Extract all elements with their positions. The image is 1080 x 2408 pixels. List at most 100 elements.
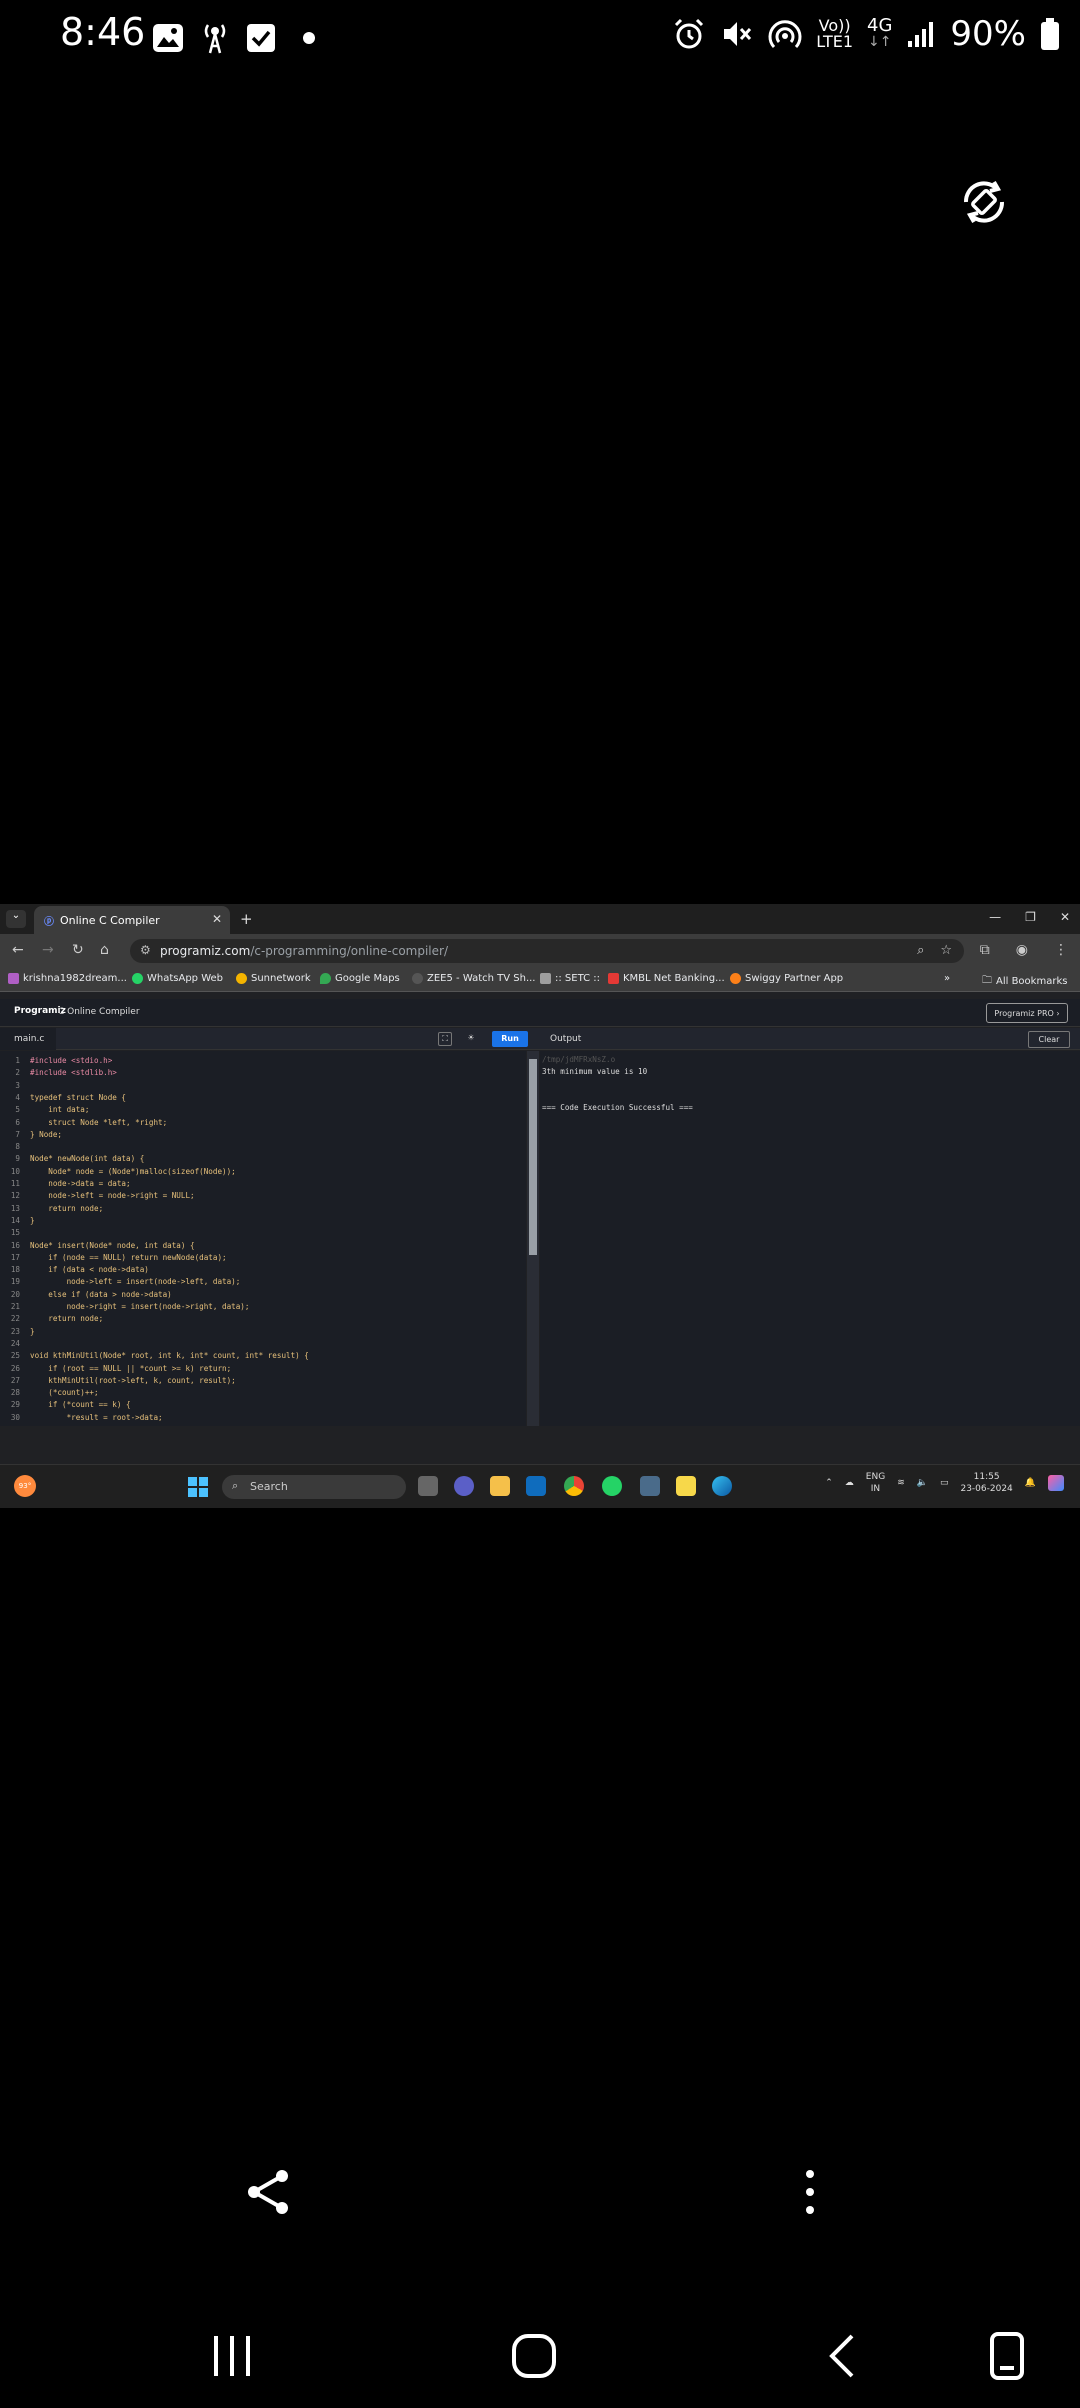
calculator-icon[interactable]	[640, 1476, 660, 1496]
programiz-pro-button[interactable]: Programiz PRO ›	[986, 1003, 1068, 1023]
code-line[interactable]: 18 if (data < node->data)	[0, 1264, 149, 1276]
code-line[interactable]: 19 node->left = insert(node->left, data)…	[0, 1276, 240, 1288]
whatsapp-taskbar-icon[interactable]	[602, 1476, 622, 1496]
code-line[interactable]: 27 kthMinUtil(root->left, k, count, resu…	[0, 1375, 236, 1387]
code-line[interactable]: 6 struct Node *left, *right;	[0, 1117, 167, 1129]
all-bookmarks[interactable]: 🗀 All Bookmarks	[982, 973, 1067, 990]
theme-toggle-icon[interactable]: ☀	[464, 1032, 478, 1046]
forward-icon[interactable]: →	[42, 942, 54, 958]
close-window-icon[interactable]: ✕	[1060, 910, 1070, 924]
copilot-icon[interactable]	[1048, 1475, 1064, 1491]
minimize-icon[interactable]: —	[989, 910, 1001, 924]
new-tab-button[interactable]: +	[240, 910, 253, 928]
menu-dots-icon[interactable]: ⋮	[1054, 942, 1068, 958]
clear-button[interactable]: Clear	[1028, 1031, 1070, 1048]
browser-toolbar: ← → ↻ ⌂ ⚙ programiz.com/c-programming/on…	[0, 934, 1080, 968]
more-options-icon[interactable]	[798, 2168, 822, 2216]
wifi-icon[interactable]: ≋	[897, 1478, 905, 1488]
code-line[interactable]: 1 #include <stdio.h>	[0, 1055, 112, 1067]
code-text: #include <stdio.h>	[30, 1056, 113, 1065]
code-line[interactable]: 23}	[0, 1326, 35, 1338]
more-bookmarks-icon[interactable]: »	[944, 973, 950, 984]
profile-icon[interactable]: ◉	[1016, 942, 1028, 958]
bookmark-item[interactable]: Sunnetwork	[236, 973, 311, 984]
code-line[interactable]: 20 else if (data > node->data)	[0, 1289, 172, 1301]
back-button-icon[interactable]	[820, 2332, 868, 2380]
scrollbar-thumb[interactable]	[529, 1059, 537, 1255]
browser-tab[interactable]: ⓟ Online C Compiler ✕	[34, 906, 230, 934]
code-line[interactable]: 22 return node;	[0, 1313, 103, 1325]
code-line[interactable]: 7} Node;	[0, 1129, 62, 1141]
zoom-icon[interactable]: ⌕	[917, 943, 924, 958]
editor-scrollbar[interactable]	[527, 1051, 539, 1426]
code-line[interactable]: 9 Node* newNode(int data) {	[0, 1153, 144, 1165]
language-indicator[interactable]: ENG IN	[866, 1471, 885, 1495]
tab-close-icon[interactable]: ✕	[212, 912, 222, 926]
taskbar-clock[interactable]: 11:55 23-06-2024	[960, 1471, 1012, 1495]
code-line[interactable]: 17 if (node == NULL) return newNode(data…	[0, 1252, 227, 1264]
code-line[interactable]: 2 #include <stdlib.h>	[0, 1067, 116, 1079]
output-panel[interactable]: /tmp/jdMFRxNsZ.o 3th minimum value is 10…	[540, 1051, 1080, 1426]
fullscreen-icon[interactable]: ⛶	[438, 1032, 452, 1046]
reload-icon[interactable]: ↻	[72, 942, 84, 958]
code-line[interactable]: 5 int data;	[0, 1104, 89, 1116]
task-view-icon[interactable]	[418, 1476, 438, 1496]
cloud-icon[interactable]: ☁	[845, 1478, 854, 1488]
code-line[interactable]: 8	[0, 1141, 30, 1153]
weather-widget[interactable]: 93°	[14, 1475, 36, 1497]
recent-apps-icon[interactable]	[208, 2332, 256, 2380]
notification-bell-icon[interactable]: 🔔	[1025, 1478, 1036, 1488]
bookmark-item[interactable]: krishna1982dream...	[8, 973, 127, 984]
line-number: 23	[10, 1326, 20, 1336]
outlook-icon[interactable]	[526, 1476, 546, 1496]
restore-icon[interactable]: ❐	[1025, 910, 1036, 924]
address-bar[interactable]: ⚙ programiz.com/c-programming/online-com…	[130, 939, 964, 963]
share-icon[interactable]	[244, 2168, 292, 2216]
file-tab[interactable]: main.c	[0, 1028, 56, 1050]
code-line[interactable]: 4 typedef struct Node {	[0, 1092, 126, 1104]
back-icon[interactable]: ←	[12, 942, 24, 958]
code-line[interactable]: 13 return node;	[0, 1203, 103, 1215]
tray-chevron-icon[interactable]: ⌃	[825, 1478, 833, 1488]
code-line[interactable]: 28 (*count)++;	[0, 1387, 99, 1399]
home-icon[interactable]: ⌂	[100, 942, 109, 958]
run-button[interactable]: Run	[492, 1031, 528, 1047]
home-button-icon[interactable]	[510, 2332, 558, 2380]
volume-icon[interactable]: 🔈	[917, 1478, 928, 1488]
code-line[interactable]: 26 if (root == NULL || *count >= k) retu…	[0, 1363, 231, 1375]
extensions-icon[interactable]: ⧉	[980, 942, 990, 958]
tab-search-button[interactable]: ⌄	[6, 910, 26, 928]
bookmark-item[interactable]: Google Maps	[320, 973, 400, 984]
code-line[interactable]: 16 Node* insert(Node* node, int data) {	[0, 1240, 195, 1252]
code-line[interactable]: 25 void kthMinUtil(Node* root, int k, int…	[0, 1350, 309, 1362]
code-line[interactable]: 3	[0, 1080, 30, 1092]
bookmark-item[interactable]: :: SETC ::	[540, 973, 600, 984]
bookmark-star-icon[interactable]: ☆	[940, 943, 952, 958]
code-line[interactable]: 15	[0, 1227, 30, 1239]
code-line[interactable]: 10 Node* node = (Node*)malloc(sizeof(Nod…	[0, 1166, 236, 1178]
windows-start-icon[interactable]	[188, 1477, 208, 1497]
code-line[interactable]: 29 if (*count == k) {	[0, 1399, 131, 1411]
bookmark-item[interactable]: WhatsApp Web	[132, 973, 223, 984]
rotate-screen-icon[interactable]	[958, 176, 1010, 228]
code-line[interactable]: 14}	[0, 1215, 35, 1227]
file-explorer-icon[interactable]	[490, 1476, 510, 1496]
code-line[interactable]: 21 node->right = insert(node->right, dat…	[0, 1301, 250, 1313]
code-line[interactable]: 30 *result = root->data;	[0, 1412, 163, 1424]
teams-icon[interactable]	[454, 1476, 474, 1496]
taskbar-search[interactable]: ⌕ Search	[222, 1475, 406, 1499]
site-info-icon[interactable]: ⚙	[140, 943, 151, 957]
keyboard-toggle-icon[interactable]	[986, 2332, 1034, 2380]
battery-tray-icon[interactable]: ▭	[940, 1478, 949, 1488]
bookmark-item[interactable]: Swiggy Partner App	[730, 973, 843, 984]
output-result: 3th minimum value is 10	[542, 1067, 648, 1076]
sticky-notes-icon[interactable]	[676, 1476, 696, 1496]
edge-icon[interactable]	[712, 1476, 732, 1496]
chrome-icon[interactable]	[564, 1476, 584, 1496]
code-line[interactable]: 24	[0, 1338, 30, 1350]
bookmark-item[interactable]: KMBL Net Banking...	[608, 973, 725, 984]
bookmark-item[interactable]: ZEE5 - Watch TV Sh...	[412, 973, 535, 984]
code-editor[interactable]: 1 #include <stdio.h> 2 #include <stdlib.h> 3…	[0, 1051, 526, 1426]
code-line[interactable]: 12 node->left = node->right = NULL;	[0, 1190, 195, 1202]
code-line[interactable]: 11 node->data = data;	[0, 1178, 131, 1190]
